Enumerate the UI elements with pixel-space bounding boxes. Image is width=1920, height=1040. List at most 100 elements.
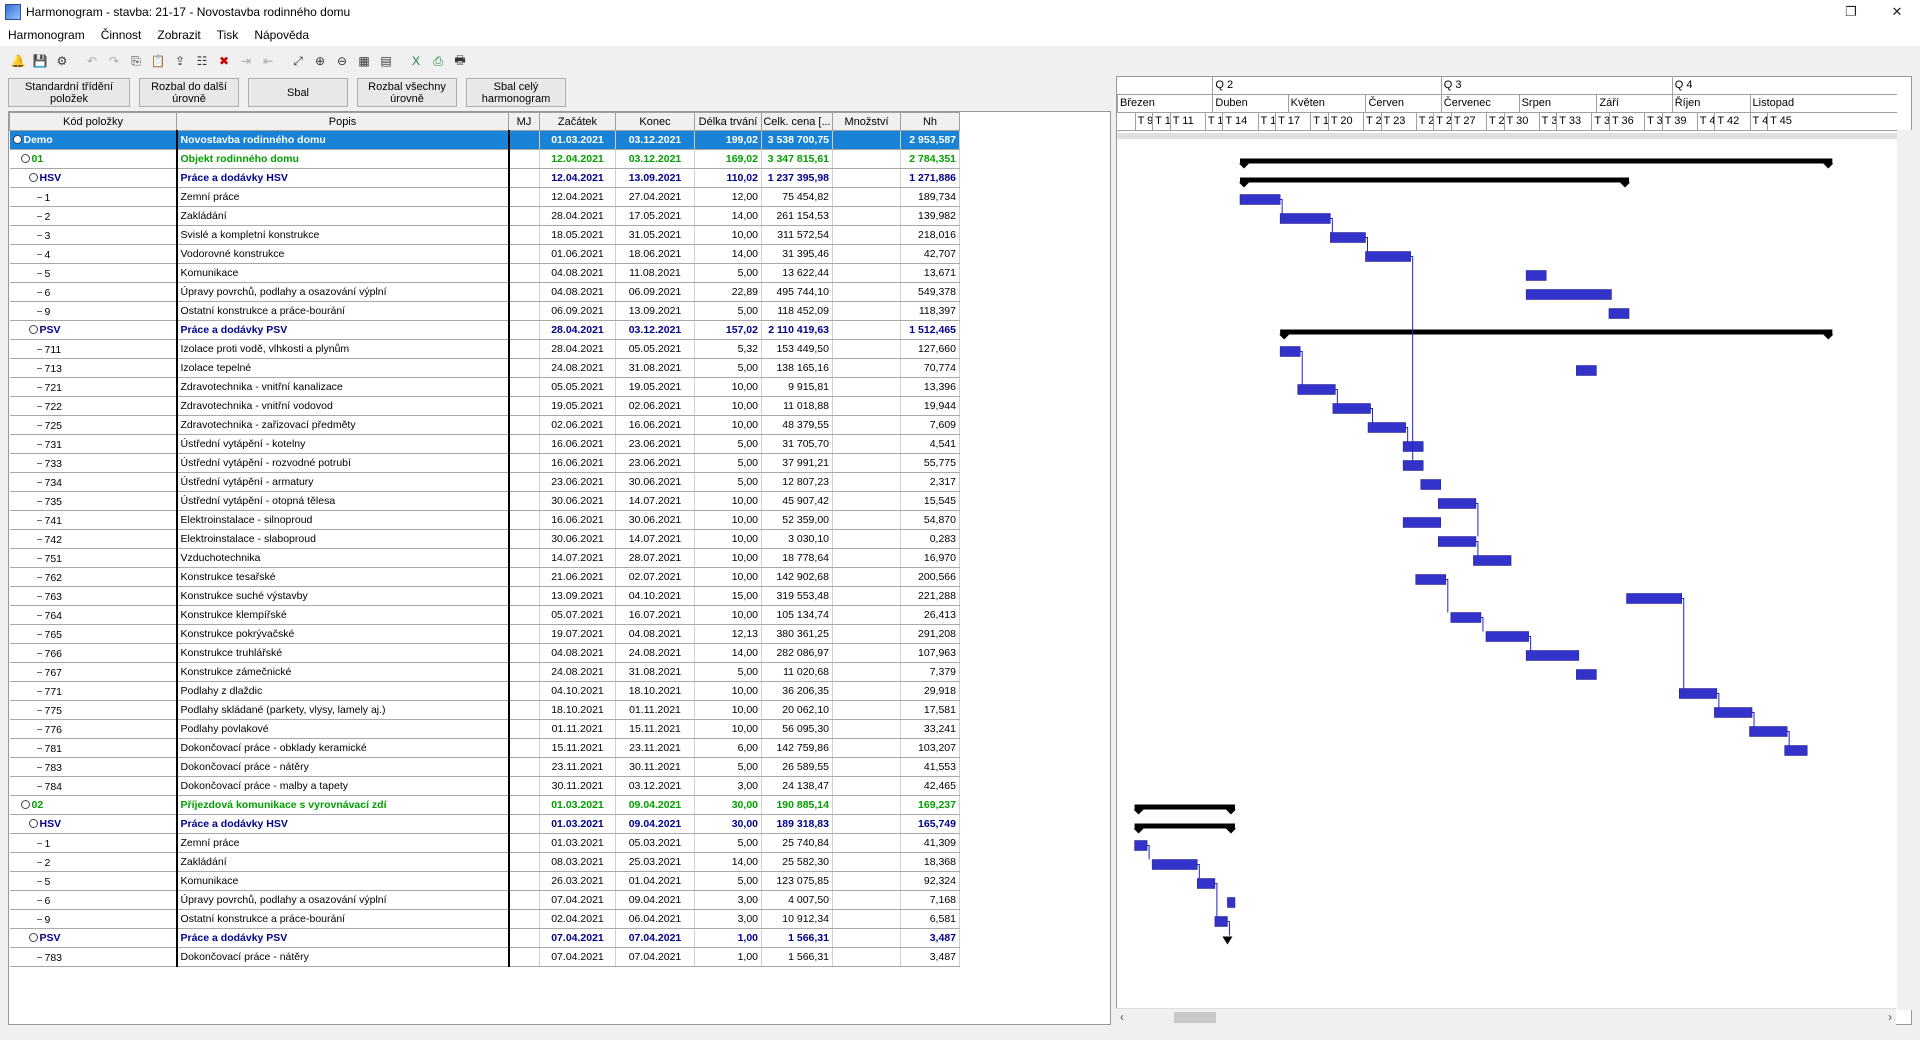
summary-bar[interactable] <box>1133 823 1236 834</box>
cell-duration[interactable]: 6,00 <box>694 738 762 758</box>
cell-nh[interactable]: 169,237 <box>900 795 960 815</box>
cell-duration[interactable]: 5,00 <box>694 472 762 492</box>
cell-desc[interactable]: Konstrukce pokrývačské <box>175 624 510 644</box>
code-cell[interactable]: 711 <box>9 339 177 359</box>
code-cell[interactable]: 784 <box>9 776 177 796</box>
cell-end[interactable]: 09.04.2021 <box>615 795 695 815</box>
menu-tisk[interactable]: Tisk <box>209 28 247 42</box>
cell-quantity[interactable] <box>832 472 901 492</box>
cell-price[interactable]: 142 902,68 <box>761 567 833 587</box>
cell-mj[interactable] <box>508 491 540 511</box>
expand-node-icon[interactable] <box>28 173 38 182</box>
cell-start[interactable]: 12.04.2021 <box>539 187 616 207</box>
cell-start[interactable]: 01.03.2021 <box>539 795 616 815</box>
cell-quantity[interactable] <box>832 909 901 929</box>
task-bar[interactable] <box>1197 878 1216 889</box>
cell-price[interactable]: 261 154,53 <box>761 206 833 226</box>
cell-nh[interactable]: 54,870 <box>900 510 960 530</box>
code-cell[interactable]: 741 <box>9 510 177 530</box>
cell-nh[interactable]: 2 953,587 <box>900 130 960 150</box>
cell-desc[interactable]: Ostatní konstrukce a práce-bourání <box>175 301 510 321</box>
cell-end[interactable]: 03.12.2021 <box>615 130 695 150</box>
cell-desc[interactable]: Dokončovací práce - nátěry <box>175 947 510 967</box>
cell-start[interactable]: 16.06.2021 <box>539 510 616 530</box>
cell-end[interactable]: 09.04.2021 <box>615 814 695 834</box>
cell-mj[interactable] <box>508 244 540 264</box>
cell-mj[interactable] <box>508 225 540 245</box>
milestone-marker[interactable] <box>1222 936 1233 945</box>
code-cell[interactable]: Demo <box>9 130 177 150</box>
cell-start[interactable]: 28.04.2021 <box>539 339 616 359</box>
code-cell[interactable]: 721 <box>9 377 177 397</box>
cell-end[interactable]: 04.08.2021 <box>615 624 695 644</box>
cell-mj[interactable] <box>508 795 540 815</box>
cell-nh[interactable]: 2,317 <box>900 472 960 492</box>
cell-end[interactable]: 17.05.2021 <box>615 206 695 226</box>
cell-quantity[interactable] <box>832 833 901 853</box>
cell-nh[interactable]: 549,378 <box>900 282 960 302</box>
cell-start[interactable]: 24.08.2021 <box>539 358 616 378</box>
code-cell[interactable]: 01 <box>9 149 177 169</box>
cell-price[interactable]: 52 359,00 <box>761 510 833 530</box>
task-bar[interactable] <box>1415 574 1447 585</box>
cell-nh[interactable]: 29,918 <box>900 681 960 701</box>
cell-desc[interactable]: Vzduchotechnika <box>175 548 510 568</box>
cell-price[interactable]: 13 622,44 <box>761 263 833 283</box>
cell-start[interactable]: 24.08.2021 <box>539 662 616 682</box>
cell-quantity[interactable] <box>832 187 901 207</box>
cell-price[interactable]: 142 759,86 <box>761 738 833 758</box>
cell-quantity[interactable] <box>832 852 901 872</box>
table-row[interactable]: 3 Svislé a kompletní konstrukce 18.05.2021… <box>9 225 960 245</box>
cell-nh[interactable]: 1 271,886 <box>900 168 960 188</box>
cell-start[interactable]: 21.06.2021 <box>539 567 616 587</box>
table-row[interactable]: 763 Konstrukce suché výstavby 13.09.2021 04… <box>9 586 960 606</box>
cell-duration[interactable]: 10,00 <box>694 377 762 397</box>
table-row[interactable]: 734 Ústřední vytápění - armatury 23.06.202… <box>9 472 960 492</box>
table-row[interactable]: 776 Podlahy povlakové 01.11.2021 15.11.2021… <box>9 719 960 739</box>
cell-mj[interactable] <box>508 415 540 435</box>
cell-start[interactable]: 02.04.2021 <box>539 909 616 929</box>
code-cell[interactable]: 5 <box>9 871 177 891</box>
cell-end[interactable]: 11.08.2021 <box>615 263 695 283</box>
cell-mj[interactable] <box>508 282 540 302</box>
cell-end[interactable]: 13.09.2021 <box>615 301 695 321</box>
cell-duration[interactable]: 10,00 <box>694 491 762 511</box>
cell-desc[interactable]: Svislé a kompletní konstrukce <box>175 225 510 245</box>
task-bar[interactable] <box>1473 555 1512 566</box>
cell-price[interactable]: 31 705,70 <box>761 434 833 454</box>
cell-nh[interactable]: 6,581 <box>900 909 960 929</box>
task-bar[interactable] <box>1525 270 1547 281</box>
cell-quantity[interactable] <box>832 244 901 264</box>
table-row[interactable]: 765 Konstrukce pokrývačské 19.07.2021 04.08… <box>9 624 960 644</box>
cell-mj[interactable] <box>508 377 540 397</box>
cell-desc[interactable]: Konstrukce truhlářské <box>175 643 510 663</box>
cell-price[interactable]: 3 030,10 <box>761 529 833 549</box>
col-header-start[interactable]: Začátek <box>539 112 616 131</box>
cell-nh[interactable]: 7,168 <box>900 890 960 910</box>
grid-icon[interactable]: ▤ <box>376 51 396 71</box>
cell-quantity[interactable] <box>832 928 901 948</box>
code-cell[interactable]: 6 <box>9 282 177 302</box>
export2-icon[interactable]: ⎙ <box>428 51 448 71</box>
cell-duration[interactable]: 10,00 <box>694 529 762 549</box>
cell-price[interactable]: 2 110 419,63 <box>761 320 833 340</box>
cell-start[interactable]: 15.11.2021 <box>539 738 616 758</box>
bell-icon[interactable]: 🔔 <box>8 51 28 71</box>
cell-desc[interactable]: Konstrukce suché výstavby <box>175 586 510 606</box>
table-row[interactable]: PSV Práce a dodávky PSV 07.04.2021 07.04.20… <box>9 928 960 948</box>
restore-button[interactable]: ❐ <box>1828 0 1874 24</box>
cell-price[interactable]: 1 566,31 <box>761 947 833 967</box>
cell-start[interactable]: 14.07.2021 <box>539 548 616 568</box>
cell-quantity[interactable] <box>832 377 901 397</box>
cell-nh[interactable]: 200,566 <box>900 567 960 587</box>
cell-quantity[interactable] <box>832 415 901 435</box>
cell-nh[interactable]: 1 512,465 <box>900 320 960 340</box>
collapse-all-button[interactable]: Sbal celý harmonogram <box>466 78 566 107</box>
cell-desc[interactable]: Ústřední vytápění - otopná tělesa <box>175 491 510 511</box>
cell-nh[interactable]: 42,707 <box>900 244 960 264</box>
cell-quantity[interactable] <box>832 225 901 245</box>
cell-desc[interactable]: Zdravotechnika - vnitřní vodovod <box>175 396 510 416</box>
code-cell[interactable]: 766 <box>9 643 177 663</box>
table-row[interactable]: 2 Zakládání 08.03.2021 25.03.2021 14,00 25 58… <box>9 852 960 872</box>
cell-price[interactable]: 105 134,74 <box>761 605 833 625</box>
